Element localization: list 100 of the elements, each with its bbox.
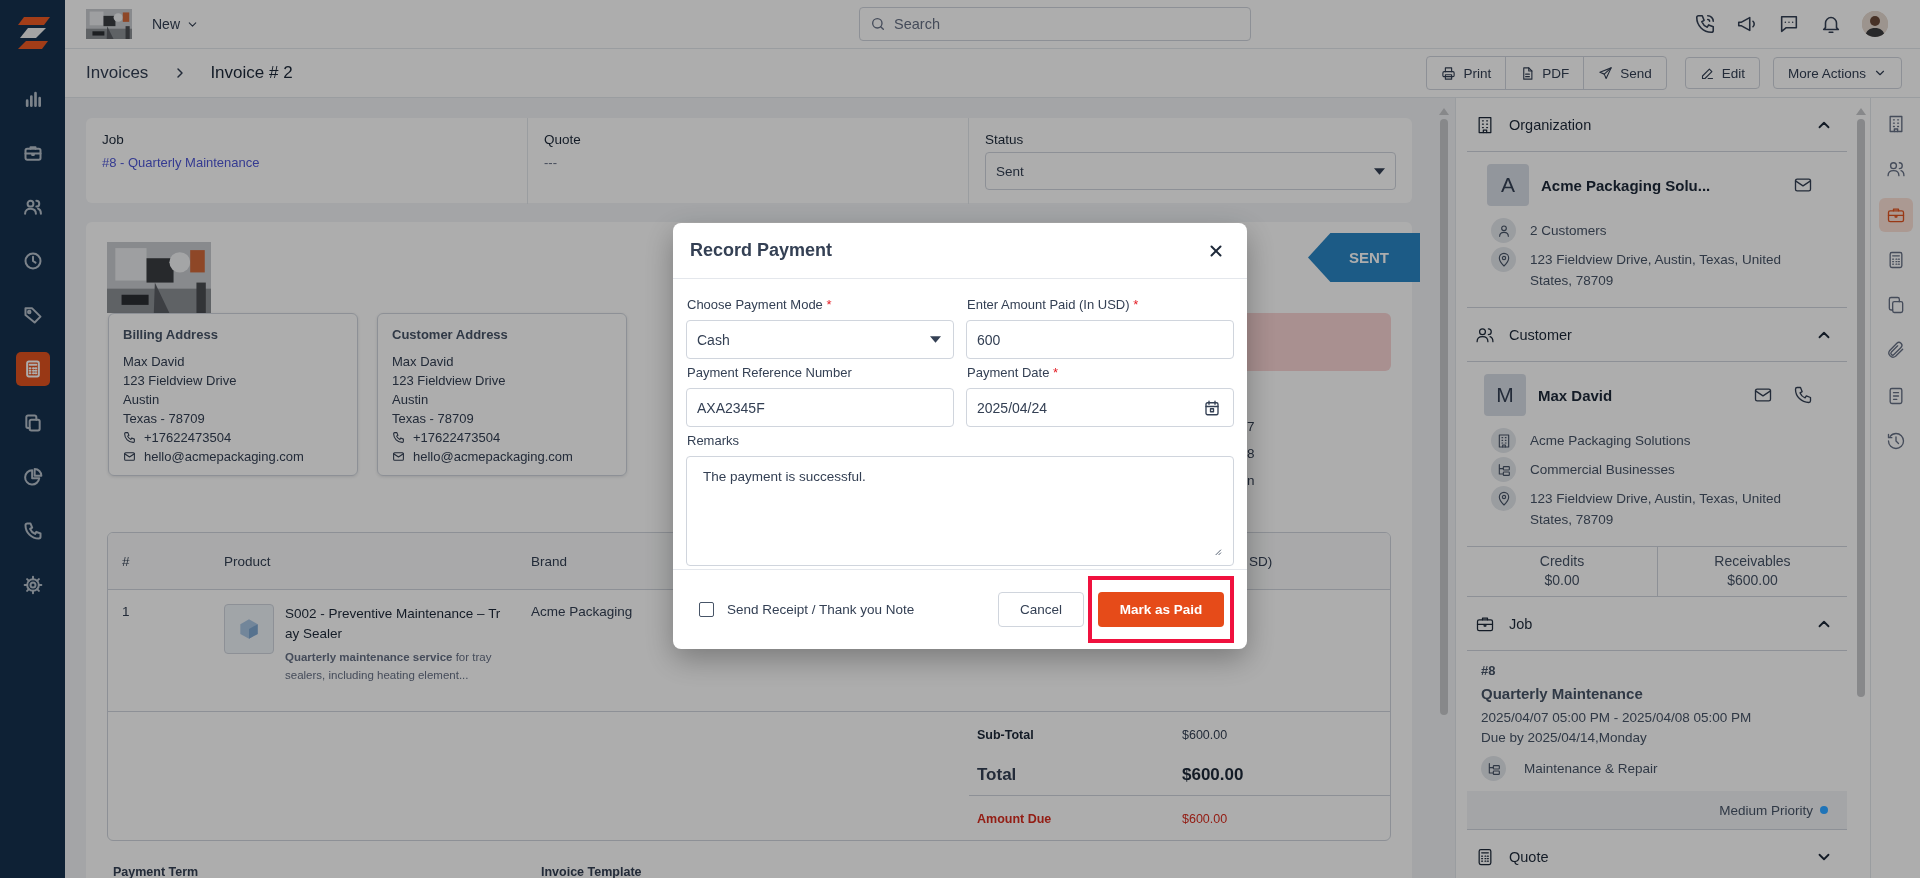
- printer-icon: [1441, 65, 1457, 81]
- section-header[interactable]: Quote: [1467, 830, 1847, 878]
- send-icon: [1598, 65, 1614, 81]
- checkbox-label: Send Receipt / Thank you Note: [727, 602, 916, 617]
- mail-icon: [123, 450, 136, 463]
- dropdown-field[interactable]: Cash: [686, 320, 954, 359]
- avatar-icon[interactable]: [1862, 11, 1888, 37]
- address-line: Max David: [392, 353, 455, 371]
- organization-name[interactable]: Acme Packaging Solu...: [1541, 176, 1781, 194]
- mail-icon: [392, 450, 405, 463]
- print-button[interactable]: Print: [1427, 57, 1506, 89]
- scrollbar-thumb[interactable]: [1439, 119, 1448, 715]
- stat-label: Credits: [1538, 553, 1586, 569]
- job-title[interactable]: Quarterly Maintenance: [1481, 685, 1833, 702]
- phone-number: +17622473504: [144, 429, 232, 447]
- breadcrumb-link[interactable]: Invoices: [86, 63, 149, 83]
- phone-icon: [392, 431, 405, 444]
- column-header: Brand: [531, 553, 568, 569]
- section-header[interactable]: Organization: [1467, 98, 1847, 152]
- total-value: $600.00: [1182, 755, 1390, 796]
- remarks-field[interactable]: The payment is successful.: [686, 456, 1234, 566]
- input-field[interactable]: AXA2345F: [686, 388, 954, 427]
- detail-text: Acme Packaging Solutions: [1530, 432, 1692, 450]
- field-label: Job: [102, 132, 125, 147]
- field-label: Remarks: [687, 433, 739, 448]
- caret-icon: [930, 336, 941, 343]
- address-line: 123 Fieldview Drive: [392, 372, 507, 390]
- calendar-icon: [1203, 398, 1221, 417]
- page-title: Invoice # 2: [210, 63, 293, 83]
- field-label: Quote: [544, 132, 582, 147]
- section-header[interactable]: Customer: [1467, 308, 1847, 362]
- address-line: Texas - 78709: [123, 410, 206, 428]
- info-text: 7: [1247, 418, 1256, 436]
- service-type: Maintenance & Repair: [1524, 761, 1658, 776]
- info-text: n: [1247, 472, 1256, 490]
- checkbox[interactable]: [699, 602, 714, 617]
- address-line: Austin: [123, 391, 161, 409]
- search-icon: [870, 16, 886, 32]
- file-icon: [1520, 65, 1536, 81]
- total-label: Amount Due: [976, 811, 1053, 828]
- address-line: Max David: [123, 353, 186, 371]
- section-label: Invoice Template: [541, 865, 643, 878]
- total-value: $600.00: [1182, 727, 1229, 744]
- phone-call-icon[interactable]: [1694, 13, 1716, 35]
- new-menu[interactable]: New: [152, 16, 199, 32]
- search-field[interactable]: Search: [859, 7, 1251, 41]
- stat-label: Receivables: [1713, 553, 1792, 569]
- scrollbar-thumb[interactable]: [1857, 119, 1865, 697]
- date-field[interactable]: 2025/04/24: [966, 388, 1234, 427]
- table-cell: 1: [122, 604, 130, 619]
- job-link[interactable]: #8 - Quarterly Maintenance: [102, 155, 260, 170]
- job-due-date: Due by 2025/04/14,Monday: [1481, 729, 1648, 747]
- send-button[interactable]: Send: [1583, 57, 1666, 89]
- cancel-button[interactable]: Cancel: [998, 592, 1084, 627]
- detail-text: 2 Customers: [1530, 222, 1608, 240]
- address-line: Austin: [392, 391, 430, 409]
- pdf-button[interactable]: PDF: [1505, 57, 1584, 89]
- table-cell: Acme Packaging: [531, 604, 633, 619]
- priority-label: Medium Priority: [1719, 802, 1813, 818]
- status-ribbon: SENT: [1308, 233, 1420, 282]
- column-header: SD): [1249, 553, 1273, 569]
- field-label: Payment Date *: [967, 365, 1059, 380]
- field-label: Enter Amount Paid (In USD) *: [967, 297, 1139, 312]
- field-label: Choose Payment Mode *: [687, 297, 832, 312]
- section-header[interactable]: Job: [1467, 597, 1847, 651]
- dialog-title: Record Payment: [690, 240, 833, 261]
- avatar: M: [1484, 374, 1526, 416]
- edit-button[interactable]: Edit: [1684, 57, 1760, 89]
- job-schedule: 2025/04/07 05:00 PM - 2025/04/08 05:00 PM: [1481, 709, 1753, 727]
- input-field[interactable]: 600: [966, 320, 1234, 359]
- more-actions-button[interactable]: More Actions: [1772, 57, 1902, 89]
- caret-icon: [1374, 167, 1385, 175]
- job-number: #8: [1481, 663, 1497, 678]
- column-header: Product: [224, 553, 271, 569]
- field-label: Status: [985, 132, 1025, 147]
- detail-text: 123 Fieldview Drive, Austin, Texas, United States, 78709: [1530, 251, 1783, 290]
- stat-value: $0.00: [1543, 572, 1581, 588]
- mark-as-paid-button[interactable]: Mark as Paid: [1098, 592, 1224, 627]
- customer-name[interactable]: Max David: [1538, 386, 1741, 404]
- phone-icon[interactable]: [1793, 385, 1813, 405]
- email-address: hello@acmepackaging.com: [413, 448, 573, 466]
- address-line: 123 Fieldview Drive: [123, 372, 238, 390]
- chat-icon[interactable]: [1778, 13, 1800, 35]
- email-address: hello@acmepackaging.com: [144, 448, 304, 466]
- total-label: Sub-Total: [976, 727, 1035, 744]
- product-description: Quarterly maintenance service for tray sealers, including heating element...: [285, 650, 493, 683]
- field-label: Payment Reference Number: [687, 365, 852, 380]
- phone-icon: [123, 431, 136, 444]
- total-label: Total: [969, 755, 1182, 796]
- briefcase-icon[interactable]: [1878, 197, 1913, 232]
- section-label: Payment Term: [113, 865, 200, 878]
- detail-text: Commercial Businesses: [1530, 461, 1676, 479]
- column-header: #: [122, 553, 130, 569]
- product-name: S002 - Preventive Maintenance – Tray Sealer: [285, 605, 502, 643]
- address-title: Customer Address: [392, 326, 509, 344]
- stat-value: $600.00: [1726, 572, 1779, 588]
- status-dropdown[interactable]: Sent: [985, 152, 1396, 190]
- detail-text: 123 Fieldview Drive, Austin, Texas, United States, 78709: [1530, 490, 1783, 529]
- calculator-icon[interactable]: [15, 352, 50, 386]
- avatar: A: [1487, 164, 1529, 206]
